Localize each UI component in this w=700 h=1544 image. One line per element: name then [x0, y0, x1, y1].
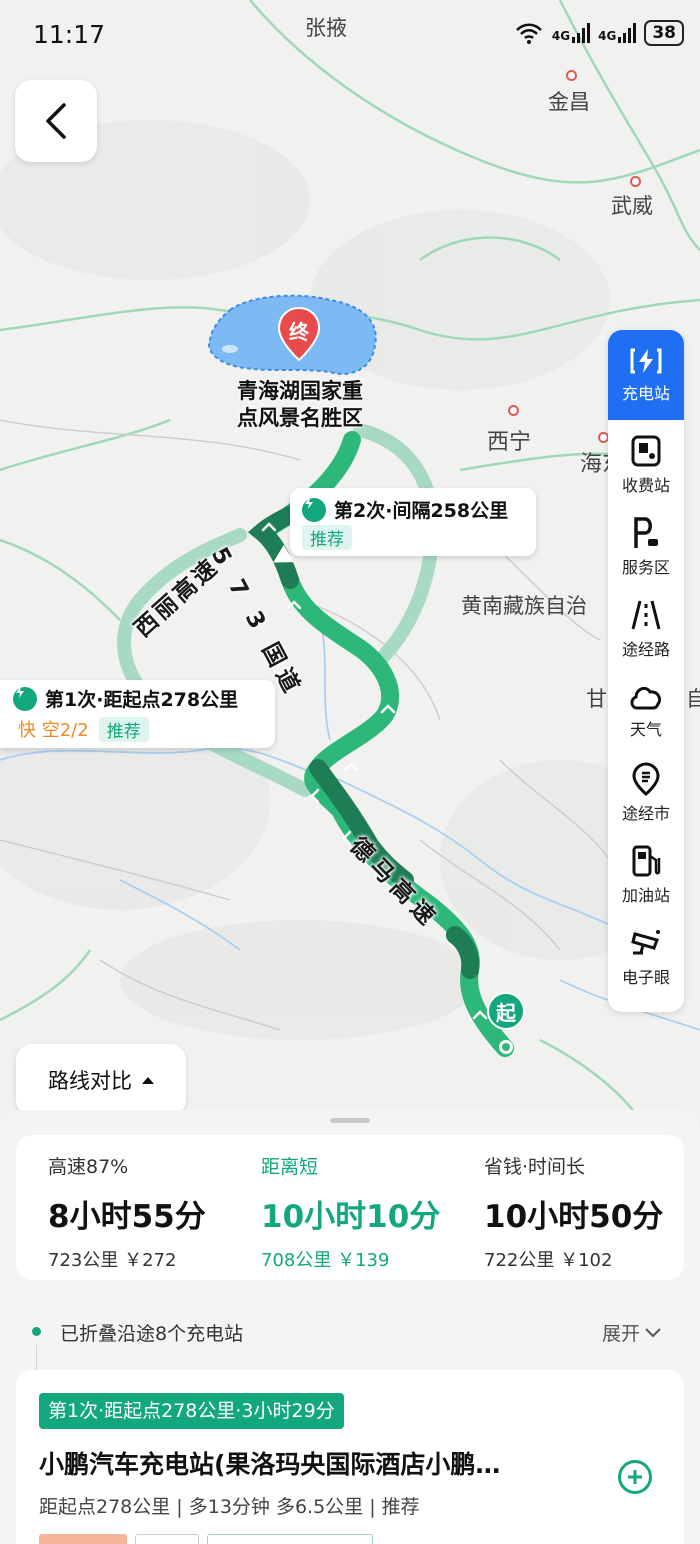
city-dot	[566, 70, 577, 81]
collapsed-stations-text: 已折叠沿途8个充电站	[60, 1323, 244, 1345]
tool-weather[interactable]: 天气	[608, 670, 684, 752]
caret-up-icon	[142, 1076, 154, 1084]
sheet-drag-handle[interactable]	[330, 1118, 370, 1123]
route-compare-button[interactable]: 路线对比	[16, 1044, 186, 1116]
expand-label: 展开	[602, 1323, 641, 1345]
tool-via-road[interactable]: 途经路	[608, 588, 684, 670]
destination-name-line1: 青海湖国家重	[237, 379, 363, 403]
route-distance-cost: 723公里 ￥272	[48, 1250, 177, 1271]
tool-camera[interactable]: 电子眼	[608, 916, 684, 998]
tool-label: 加油站	[621, 886, 670, 905]
destination-marker-text: 终	[289, 320, 309, 344]
wifi-icon	[516, 23, 542, 44]
tool-label: 服务区	[621, 558, 670, 577]
charging-callout-1[interactable]: 第1次·距起点278公里 快 空2/2 推荐	[0, 680, 275, 748]
add-stop-button[interactable]	[618, 1460, 652, 1494]
city-label: 自	[686, 687, 700, 711]
callout-title: 第1次·距起点278公里	[45, 689, 239, 711]
recommend-tag: 推荐	[302, 525, 352, 550]
city-label: 西宁	[487, 430, 532, 455]
city-label: 金昌	[548, 90, 590, 114]
route-duration: 8小时55分	[48, 1199, 206, 1235]
tool-toll[interactable]: 收费站	[608, 424, 684, 506]
route-distance-cost: 708公里 ￥139	[261, 1250, 390, 1271]
tool-charging[interactable]: 充电站	[608, 330, 684, 420]
route-compare-label: 路线对比	[48, 1069, 132, 1093]
city-label: 黄南藏族自治	[461, 594, 587, 618]
city-dot	[630, 176, 641, 187]
station-name: 小鹏汽车充电站(果洛玛央国际酒店小鹏…	[39, 1450, 501, 1479]
route-duration: 10小时50分	[484, 1199, 664, 1235]
status-bar: 11:17 4G 4G 38	[0, 0, 700, 70]
city-label: 武威	[611, 194, 653, 218]
fast-charger-availability: 快 空2/2	[18, 720, 89, 741]
tool-via-city[interactable]: 途经市	[608, 752, 684, 834]
route-distance-cost: 722公里 ￥102	[484, 1250, 613, 1271]
clock: 11:17	[33, 20, 106, 49]
route-tag: 高速87%	[48, 1156, 129, 1178]
signal-icon-1: 4G	[552, 23, 591, 43]
origin-dot	[499, 1040, 513, 1054]
route-option-3[interactable]: 省钱·时间长 10小时50分 722公里 ￥102	[484, 1152, 663, 1272]
charging-icon	[630, 348, 662, 374]
station-chip	[39, 1534, 127, 1544]
origin-marker[interactable]: 起	[487, 992, 525, 1030]
road-icon	[631, 600, 661, 630]
tool-label: 收费站	[621, 476, 670, 495]
station-chip	[135, 1534, 199, 1544]
timeline-dot	[32, 1327, 41, 1336]
tool-label: 途经市	[621, 804, 670, 823]
camera-icon	[631, 930, 660, 955]
destination-name-line2: 点风景名胜区	[237, 406, 363, 430]
status-icons: 4G 4G 38	[514, 20, 684, 46]
route-option-1[interactable]: 高速87% 8小时55分 723公里 ￥272	[48, 1152, 206, 1272]
route-option-2[interactable]: 距离短 10小时10分 708公里 ￥139	[261, 1152, 440, 1272]
station-chip	[207, 1534, 373, 1544]
city-dot	[508, 405, 519, 416]
parking-icon	[634, 517, 658, 548]
toll-icon	[631, 435, 661, 467]
chevron-left-icon	[46, 103, 66, 139]
city-pin-icon	[632, 762, 660, 796]
destination-pin[interactable]: 终	[276, 306, 322, 362]
route-tag: 距离短	[261, 1156, 319, 1178]
tool-service[interactable]: 服务区	[608, 506, 684, 588]
station-stop-tag: 第1次·距起点278公里·3小时29分	[39, 1393, 344, 1429]
bolt-icon	[13, 686, 37, 711]
route-duration: 10小时10分	[261, 1199, 441, 1235]
map-layer-toolbar: 充电站 收费站 服务区 途经路 天气 途经市 加油站 电子眼	[608, 330, 684, 1012]
plus-icon	[628, 1470, 642, 1484]
bolt-icon	[302, 497, 326, 522]
back-button[interactable]	[15, 80, 97, 162]
tool-label: 途经路	[621, 640, 670, 659]
tool-label: 充电站	[621, 384, 670, 403]
station-meta: 距起点278公里 | 多13分钟 多6.5公里 | 推荐	[39, 1496, 420, 1518]
city-label: 甘	[586, 687, 607, 711]
callout-title: 第2次·间隔258公里	[334, 500, 509, 522]
gas-icon	[632, 845, 661, 877]
expand-button[interactable]: 展开	[602, 1319, 662, 1346]
tool-label: 天气	[629, 720, 662, 739]
station-chips-row	[39, 1534, 373, 1544]
charging-callout-2[interactable]: 第2次·间隔258公里 推荐	[290, 488, 536, 556]
tool-gas[interactable]: 加油站	[608, 834, 684, 916]
destination-name: 青海湖国家重 点风景名胜区	[222, 378, 378, 432]
cloud-icon	[630, 686, 662, 710]
battery-indicator: 38	[644, 20, 684, 46]
chevron-down-icon	[645, 1327, 661, 1337]
recommend-tag: 推荐	[98, 716, 149, 742]
route-tag: 省钱·时间长	[484, 1156, 586, 1178]
tool-label: 电子眼	[621, 968, 670, 987]
origin-marker-text: 起	[496, 1000, 516, 1025]
signal-icon-2: 4G	[598, 23, 637, 43]
